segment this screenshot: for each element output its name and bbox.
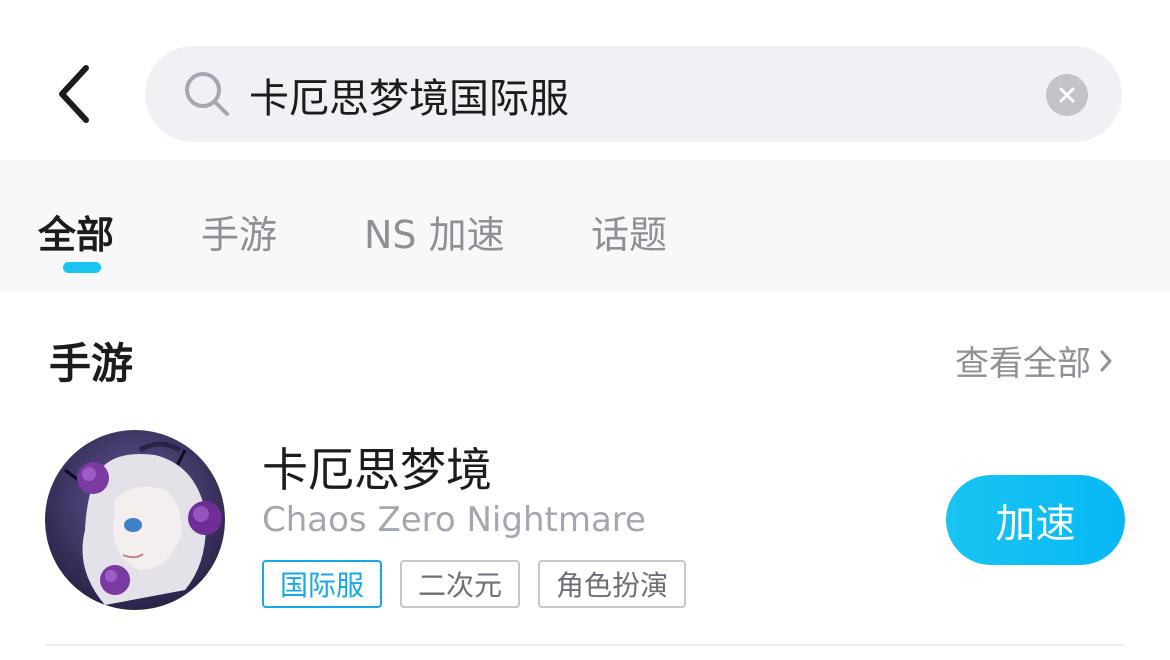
tag-rpg: 角色扮演 bbox=[538, 560, 687, 608]
back-button[interactable] bbox=[40, 52, 112, 136]
tag-anime: 二次元 bbox=[400, 560, 521, 608]
clear-search-button[interactable] bbox=[1046, 74, 1088, 116]
game-icon[interactable] bbox=[45, 430, 225, 610]
accelerate-button[interactable]: 加速 bbox=[946, 475, 1125, 565]
top-bar bbox=[0, 0, 1170, 160]
see-all-link[interactable]: 查看全部 bbox=[955, 336, 1113, 385]
category-tabs: 全部 手游 NS 加速 话题 bbox=[0, 160, 1170, 292]
tab-ns-acceleration[interactable]: NS 加速 bbox=[364, 204, 505, 259]
game-title[interactable]: 卡厄思梦境 bbox=[262, 434, 492, 500]
tab-mobile-games[interactable]: 手游 bbox=[201, 204, 277, 259]
search-input[interactable] bbox=[247, 60, 1031, 130]
search-icon bbox=[185, 72, 229, 116]
search-bar[interactable] bbox=[145, 46, 1122, 142]
game-artwork bbox=[45, 430, 225, 610]
section-title: 手游 bbox=[49, 339, 134, 388]
game-english-title: Chaos Zero Nightmare bbox=[262, 500, 646, 540]
tab-all[interactable]: 全部 bbox=[38, 204, 114, 259]
close-icon bbox=[1059, 87, 1075, 103]
chevron-right-icon bbox=[1100, 350, 1112, 371]
chevron-left-icon bbox=[59, 65, 89, 123]
active-tab-indicator bbox=[63, 262, 101, 273]
see-all-label: 查看全部 bbox=[955, 344, 1091, 384]
tag-international: 国际服 bbox=[262, 560, 383, 608]
game-tags: 国际服 二次元 角色扮演 bbox=[262, 560, 687, 608]
list-divider bbox=[45, 644, 1125, 646]
tab-topics[interactable]: 话题 bbox=[591, 204, 667, 259]
